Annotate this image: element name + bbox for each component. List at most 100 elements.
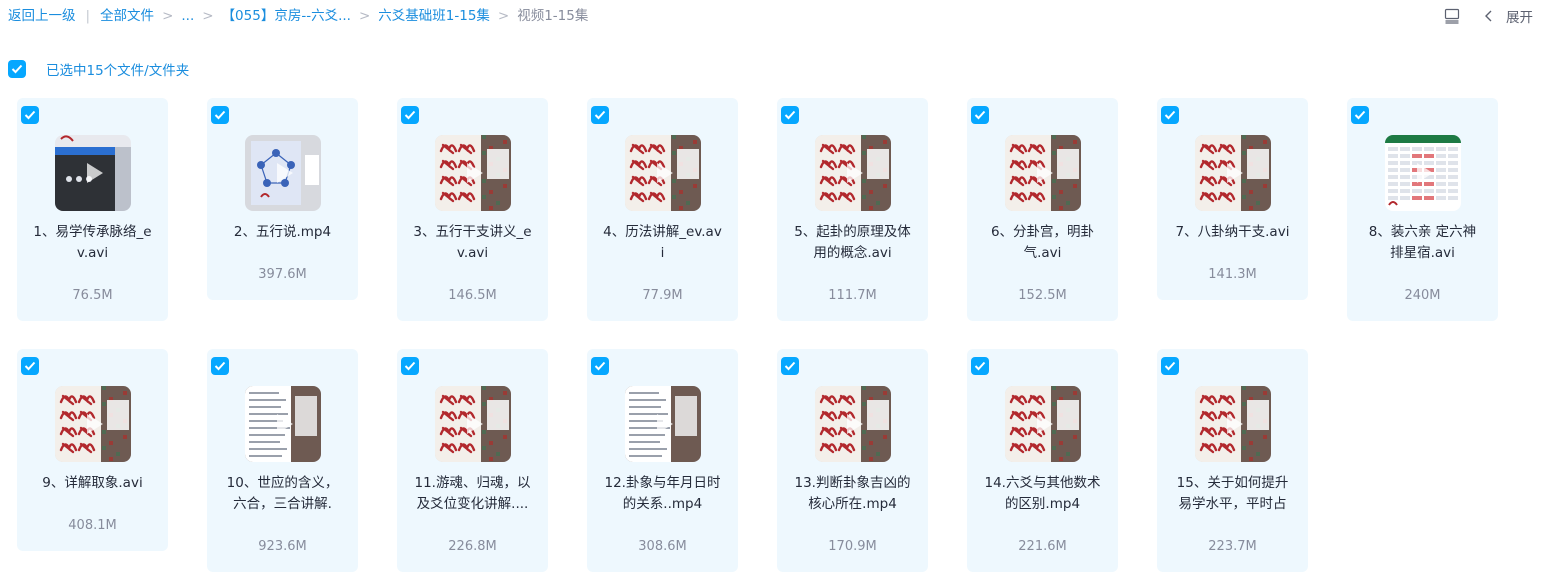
- file-card[interactable]: 15、关于如何提升 易学水平，平时占 223.7M: [1157, 349, 1308, 572]
- file-name[interactable]: 6、分卦宫，明卦 气.avi: [975, 222, 1110, 264]
- breadcrumb-divider: |: [85, 8, 91, 24]
- file-name-line: 用的概念.avi: [813, 245, 892, 261]
- file-name-line: 14.六爻与其他数术: [984, 475, 1101, 491]
- video-thumbnail[interactable]: [435, 386, 511, 462]
- file-name[interactable]: 1、易学传承脉络_e v.avi: [25, 222, 160, 264]
- video-thumbnail-image: [815, 135, 891, 211]
- check-icon: [1164, 110, 1176, 120]
- select-all-checkbox[interactable]: [8, 60, 26, 78]
- file-name-line: 的区别.mp4: [1004, 496, 1081, 512]
- video-thumbnail[interactable]: [625, 386, 701, 462]
- file-checkbox[interactable]: [971, 106, 989, 124]
- file-name-line: 6、分卦宫，明卦: [990, 224, 1095, 240]
- file-name[interactable]: 12.卦象与年月日时 的关系..mp4: [595, 473, 730, 515]
- check-icon: [594, 361, 606, 371]
- file-name[interactable]: 4、历法讲解_ev.av i: [595, 222, 730, 264]
- video-thumbnail[interactable]: [1385, 135, 1461, 211]
- file-name-line: 9、详解取象.avi: [42, 475, 143, 491]
- file-name-line: 7、八卦纳干支.avi: [1175, 224, 1290, 240]
- file-name-line: 11.游魂、归魂，以: [414, 475, 531, 491]
- video-thumbnail[interactable]: [55, 135, 131, 211]
- file-card[interactable]: 8、装六亲 定六神 排星宿.avi 240M: [1347, 98, 1498, 321]
- file-card[interactable]: 2、五行说.mp4 397.6M: [207, 98, 358, 300]
- file-card[interactable]: 10、世应的含义， 六合，三合讲解. 923.6M: [207, 349, 358, 572]
- file-size: 923.6M: [258, 539, 307, 554]
- video-thumbnail[interactable]: [1195, 135, 1271, 211]
- file-name-line: 5、起卦的原理及体: [794, 224, 911, 240]
- file-checkbox[interactable]: [1351, 106, 1369, 124]
- breadcrumb-separator-icon: >: [162, 8, 174, 24]
- selection-count-text: 已选中15个文件/文件夹: [46, 63, 190, 79]
- file-checkbox[interactable]: [21, 106, 39, 124]
- file-name-line: 4、历法讲解_ev.av: [603, 224, 722, 240]
- video-thumbnail-image: [625, 135, 701, 211]
- file-card[interactable]: 9、详解取象.avi 408.1M: [17, 349, 168, 551]
- file-card[interactable]: 3、五行干支讲义_e v.avi 146.5M: [397, 98, 548, 321]
- file-name[interactable]: 11.游魂、归魂，以 及爻位变化讲解....: [405, 473, 540, 515]
- video-thumbnail[interactable]: [1005, 386, 1081, 462]
- file-name[interactable]: 14.六爻与其他数术 的区别.mp4: [975, 473, 1110, 515]
- check-icon: [1354, 110, 1366, 120]
- file-checkbox[interactable]: [401, 357, 419, 375]
- video-thumbnail[interactable]: [245, 135, 321, 211]
- file-name-line: 易学水平，平时占: [1178, 496, 1287, 512]
- video-thumbnail[interactable]: [1005, 135, 1081, 211]
- file-checkbox[interactable]: [971, 357, 989, 375]
- breadcrumb-all-files[interactable]: 全部文件: [100, 8, 154, 24]
- breadcrumb-separator-icon: >: [202, 8, 214, 24]
- file-checkbox[interactable]: [211, 106, 229, 124]
- expand-button[interactable]: 展开: [1484, 6, 1533, 26]
- breadcrumb-folder-055[interactable]: 【055】京房--六爻...: [222, 8, 351, 24]
- file-name[interactable]: 2、五行说.mp4: [215, 222, 350, 243]
- selection-bar: 已选中15个文件/文件夹: [8, 59, 189, 79]
- file-size: 408.1M: [68, 518, 117, 533]
- file-checkbox[interactable]: [21, 357, 39, 375]
- file-checkbox[interactable]: [1161, 357, 1179, 375]
- file-card[interactable]: 14.六爻与其他数术 的区别.mp4 221.6M: [967, 349, 1118, 572]
- expand-label: 展开: [1506, 10, 1533, 26]
- file-checkbox[interactable]: [591, 106, 609, 124]
- file-card[interactable]: 12.卦象与年月日时 的关系..mp4 308.6M: [587, 349, 738, 572]
- file-checkbox[interactable]: [781, 106, 799, 124]
- video-thumbnail[interactable]: [1195, 386, 1271, 462]
- video-thumbnail[interactable]: [435, 135, 511, 211]
- file-checkbox[interactable]: [1161, 106, 1179, 124]
- file-name[interactable]: 3、五行干支讲义_e v.avi: [405, 222, 540, 264]
- check-icon: [404, 361, 416, 371]
- video-thumbnail[interactable]: [55, 386, 131, 462]
- file-name[interactable]: 9、详解取象.avi: [25, 473, 160, 494]
- video-thumbnail-image: [1385, 135, 1461, 211]
- file-name-line: 核心所在.mp4: [808, 496, 897, 512]
- back-up-level-link[interactable]: 返回上一级: [8, 8, 76, 24]
- file-card[interactable]: 6、分卦宫，明卦 气.avi 152.5M: [967, 98, 1118, 321]
- file-checkbox[interactable]: [591, 357, 609, 375]
- video-thumbnail[interactable]: [815, 135, 891, 211]
- file-name[interactable]: 15、关于如何提升 易学水平，平时占: [1165, 473, 1300, 515]
- file-name[interactable]: 5、起卦的原理及体 用的概念.avi: [785, 222, 920, 264]
- file-card[interactable]: 5、起卦的原理及体 用的概念.avi 111.7M: [777, 98, 928, 321]
- file-card[interactable]: 7、八卦纳干支.avi 141.3M: [1157, 98, 1308, 300]
- video-thumbnail[interactable]: [815, 386, 891, 462]
- breadcrumb-folder-basic-class[interactable]: 六爻基础班1-15集: [378, 8, 490, 24]
- top-bar: 返回上一级 | 全部文件 >... > 【055】京房--六爻... > 六爻基础班1-15集…: [0, 0, 1566, 34]
- file-name-line: 12.卦象与年月日时: [604, 475, 721, 491]
- file-name[interactable]: 7、八卦纳干支.avi: [1165, 222, 1300, 243]
- view-mode-icon[interactable]: [1444, 8, 1460, 24]
- file-card[interactable]: 1、易学传承脉络_e v.avi 76.5M: [17, 98, 168, 321]
- breadcrumb: 返回上一级 | 全部文件 >... > 【055】京房--六爻... > 六爻基础班1-15集…: [8, 6, 588, 26]
- file-name[interactable]: 10、世应的含义， 六合，三合讲解.: [215, 473, 350, 515]
- video-thumbnail[interactable]: [245, 386, 321, 462]
- breadcrumb-ellipsis[interactable]: ...: [181, 8, 194, 24]
- file-name[interactable]: 8、装六亲 定六神 排星宿.avi: [1355, 222, 1490, 264]
- file-checkbox[interactable]: [211, 357, 229, 375]
- file-checkbox[interactable]: [781, 357, 799, 375]
- file-card[interactable]: 13.判断卦象吉凶的 核心所在.mp4 170.9M: [777, 349, 928, 572]
- file-size: 146.5M: [448, 288, 497, 303]
- video-thumbnail[interactable]: [625, 135, 701, 211]
- file-card[interactable]: 11.游魂、归魂，以 及爻位变化讲解.... 226.8M: [397, 349, 548, 572]
- file-size: 223.7M: [1208, 539, 1257, 554]
- file-size: 240M: [1404, 288, 1441, 303]
- file-checkbox[interactable]: [401, 106, 419, 124]
- file-card[interactable]: 4、历法讲解_ev.av i 77.9M: [587, 98, 738, 321]
- file-name[interactable]: 13.判断卦象吉凶的 核心所在.mp4: [785, 473, 920, 515]
